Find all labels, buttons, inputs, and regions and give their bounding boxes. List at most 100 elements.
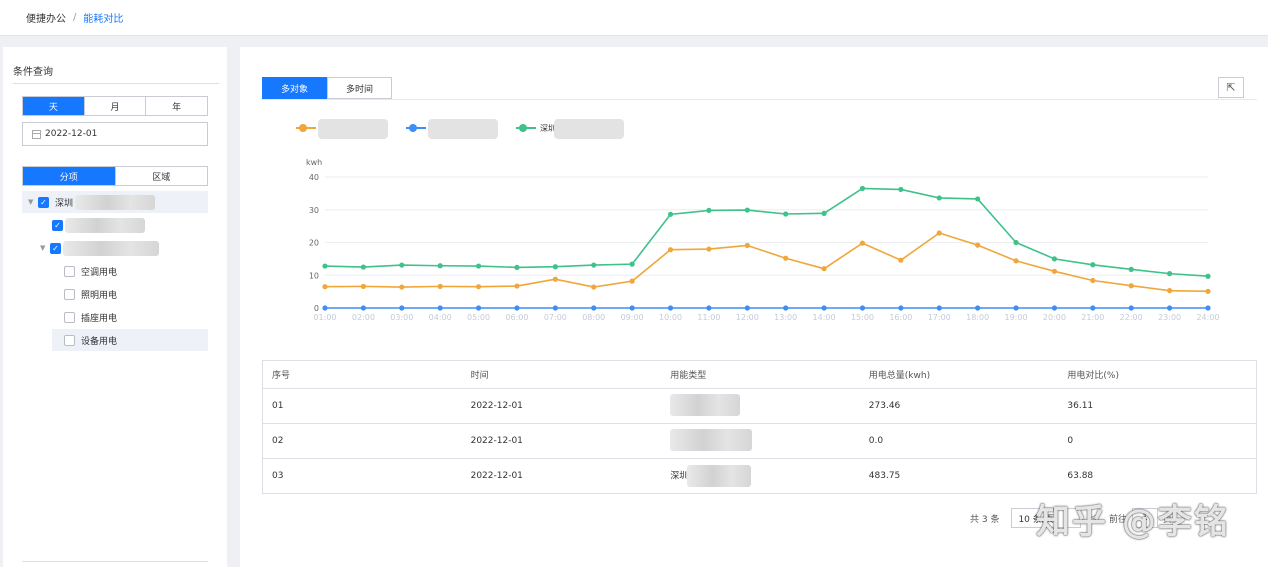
breadcrumb-current[interactable]: 能耗对比 [83,10,123,25]
series-line [324,187,1209,278]
tree-checkbox-leaf[interactable] [64,288,75,300]
x-tick-label: 07:00 [544,313,567,322]
time-option-month[interactable]: 月 [83,97,146,115]
time-option-day[interactable]: 天 [23,97,84,115]
data-point [475,284,482,290]
data-point [1205,305,1211,311]
legend-marker [299,124,307,132]
tree-checkbox-leaf[interactable] [64,265,75,277]
table-header-cell: 序号 [272,371,291,381]
redacted-text [318,119,388,139]
data-point [475,263,482,269]
data-point [552,305,558,311]
export-button[interactable]: ⇱ [1218,77,1244,98]
x-tick-label: 18:00 [966,313,989,322]
tree-node-level1[interactable]: ✓ [52,214,145,236]
x-tick-label: 14:00 [813,313,836,322]
x-tick-label: 13:00 [774,313,797,322]
compare-mode-tabs: 多对象 多时间 [262,77,393,99]
tree-leaf[interactable]: 空调用电 [64,260,117,282]
calendar-icon [32,129,41,139]
watermark: 知乎 @李铭 [1036,502,1230,542]
time-option-year[interactable]: 年 [145,97,207,115]
energy-table: 序号 时间 用能类型 用电总量(kwh) 用电对比(%) 01 2022-12-… [262,360,1257,494]
breadcrumb: 便捷办公 / 能耗对比 [0,0,1268,36]
tree-checkbox-level2[interactable]: ✓ [50,242,61,254]
data-point [1051,268,1058,274]
main-panel: 多对象 多时间 ⇱ 深圳 kwh 0 10 20 30 40 01:00 02:00 03:00 0… [240,47,1268,567]
cell-ratio: 36.11 [1067,401,1094,411]
data-point [706,246,712,252]
caret-down-icon[interactable]: ▼ [40,244,50,252]
data-point [783,305,789,311]
cell-total: 483.75 [868,471,901,481]
data-point [514,305,520,311]
redacted-text [75,194,156,210]
tab-multi-object[interactable]: 多对象 [262,77,328,99]
data-point [744,305,750,311]
data-point [591,262,597,268]
cell-no: 03 [272,471,284,481]
tree-node-level2[interactable]: ▼ ✓ [40,237,159,259]
tree-leaf[interactable]: 照明用电 [64,283,117,305]
tree-leaf-label: 空调用电 [81,267,118,278]
tree-leaf-label: 设备用电 [81,336,118,347]
cell-total: 0.0 [868,436,884,446]
divider [22,561,208,562]
x-tick-label: 17:00 [928,313,951,322]
data-point [1167,305,1173,311]
data-point [399,305,405,311]
tree-checkbox-leaf[interactable] [64,311,75,323]
data-point [1205,288,1211,294]
data-point [783,255,789,261]
tree-leaf[interactable]: 设备用电 [52,329,208,351]
table-header-cell: 用电总量(kwh) [868,371,931,381]
tree-node-root[interactable]: ▼ ✓ 深圳 [22,191,208,213]
x-tick-label: 19:00 [1005,313,1028,322]
data-point [667,247,674,253]
time-granularity-selector: 天 月 年 [22,96,208,116]
table-header-cell: 用能类型 [670,371,707,381]
date-picker[interactable]: 2022-12-01 [22,122,208,146]
breadcrumb-separator: / [73,12,77,23]
type-option-category[interactable]: 分项 [23,167,115,185]
tree-checkbox-root[interactable]: ✓ [38,196,49,208]
x-tick-label: 12:00 [736,313,759,322]
data-point [936,305,942,311]
y-tick-label: 0 [314,304,319,313]
data-point [1013,258,1019,264]
data-point [360,305,366,311]
tree-checkbox-leaf[interactable] [64,334,75,346]
type-option-area[interactable]: 区域 [114,167,208,185]
tree-leaf-label: 插座用电 [81,313,118,324]
data-point [399,262,405,268]
caret-down-icon[interactable]: ▼ [28,198,38,206]
tab-underline [262,99,1257,100]
tree-leaf[interactable]: 插座用电 [64,306,117,328]
data-point [629,278,635,284]
redacted-text [687,465,752,487]
data-point [744,242,750,249]
breadcrumb-parent[interactable]: 便捷办公 [26,10,66,25]
x-tick-label: 10:00 [659,313,682,322]
redacted-text [65,217,145,233]
legend-marker [409,124,417,132]
data-point [1013,305,1019,311]
data-point [706,207,712,214]
redacted-text [554,119,624,139]
redacted-text [428,119,498,139]
data-point [859,240,866,246]
tree-checkbox-level1[interactable]: ✓ [52,219,63,231]
x-tick-label: 08:00 [582,313,605,322]
x-tick-label: 20:00 [1043,313,1066,322]
data-point [514,264,520,270]
cell-type [661,393,860,419]
data-point [475,305,482,311]
data-point [591,305,597,311]
data-point [898,186,904,193]
data-point [975,196,981,202]
y-axis-label: kwh [306,158,322,167]
tab-multi-time[interactable]: 多时间 [327,77,393,99]
y-tick-label: 20 [309,239,319,248]
data-point [1128,266,1134,272]
